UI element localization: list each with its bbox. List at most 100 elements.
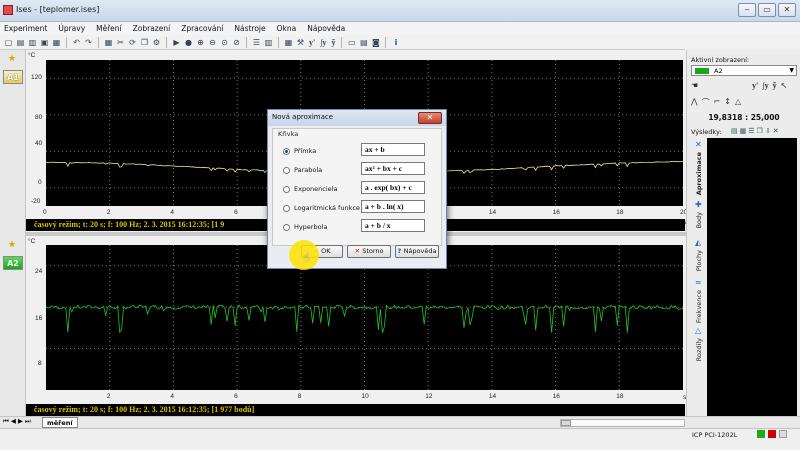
export-icon[interactable]: ⇩	[765, 127, 771, 135]
tool-grid: ☚ y' ∫y ỹ ↖ ⋀ ⌒ ⌐ ↕ △	[691, 81, 797, 111]
results-toolbar: ▤ ▦ ☰ ❐ ⇩ ✕	[731, 127, 779, 135]
smooth-icon[interactable]: ỹ	[329, 37, 337, 48]
info-icon[interactable]: i	[390, 37, 401, 48]
record-icon[interactable]: ●	[183, 37, 194, 48]
radio-hyperbola[interactable]	[283, 223, 290, 231]
zoom-out-icon[interactable]: ⊖	[207, 37, 218, 48]
option-primka[interactable]: Přímka	[283, 147, 316, 155]
a1-ytick: 0	[38, 179, 42, 186]
maximize-button[interactable]: ▭	[758, 3, 776, 17]
help-button[interactable]: ? Nápověda	[395, 245, 439, 258]
vertical-tabs: ✕ Aproximace ✚ Body ◭ Plochy ≈ Frekvence…	[693, 138, 707, 426]
triangle-icon[interactable]: △	[735, 97, 741, 111]
scroll-thumb[interactable]	[561, 420, 571, 426]
zoom-in-icon[interactable]: ⊕	[195, 37, 206, 48]
channel-a1-button[interactable]: A1	[3, 70, 23, 84]
cancel-button[interactable]: ✕ Storno	[347, 245, 391, 258]
tools-icon[interactable]: ⚒	[295, 37, 306, 48]
menu-mereni[interactable]: Měření	[96, 24, 121, 33]
dialog-close-button[interactable]: ✕	[418, 112, 442, 124]
list-icon[interactable]: ☰	[748, 127, 754, 135]
print-icon[interactable]: ▦	[51, 37, 62, 48]
tab-rozdily[interactable]: Rozdíly	[695, 338, 703, 361]
cursor-icon[interactable]: ↖	[781, 81, 788, 93]
active-view-select[interactable]: A2 ▼	[691, 65, 797, 76]
delete-icon[interactable]: ✕	[773, 127, 779, 135]
horizontal-scrollbar[interactable]	[560, 419, 685, 427]
menu-experiment[interactable]: Experiment	[4, 24, 47, 33]
tab-frekvence[interactable]: Frekvence	[695, 290, 703, 323]
window-title: Ises - [teplomer.ises]	[16, 5, 100, 14]
right-panel: Aktivní zobrazení: A2 ▼ ☚ y' ∫y ỹ ↖ ⋀ ⌒ …	[686, 50, 800, 430]
tab-plochy[interactable]: Plochy	[695, 250, 703, 271]
panel-integral-icon[interactable]: ∫y	[762, 81, 768, 93]
sheet-tab-mereni[interactable]: měření	[42, 417, 78, 428]
star-icon[interactable]: ★	[8, 240, 16, 250]
redo-icon[interactable]: ↷	[83, 37, 94, 48]
open-folder-icon[interactable]: ▥	[27, 37, 38, 48]
settings-icon[interactable]: ⚙	[151, 37, 162, 48]
radio-exponenciela[interactable]	[283, 185, 290, 193]
zoom-range-icon[interactable]: ⊘	[231, 37, 242, 48]
zoom-fit-icon[interactable]: ⊙	[219, 37, 230, 48]
x-tick-label: 14	[488, 393, 497, 400]
option-hyperbola[interactable]: Hyperbola	[283, 223, 327, 231]
graph-icon[interactable]: ▦	[283, 37, 294, 48]
refresh-icon[interactable]: ⟳	[127, 37, 138, 48]
hand-icon[interactable]: ☚	[691, 81, 698, 93]
camera-icon[interactable]: ◙	[370, 37, 381, 48]
menu-zpracovani[interactable]: Zpracování	[181, 24, 223, 33]
table-icon[interactable]: ▦	[103, 37, 114, 48]
formula-logaritmicka: a + b . ln( x)	[361, 200, 425, 213]
cut-icon[interactable]: ✂	[115, 37, 126, 48]
play-icon[interactable]: ▶	[171, 37, 182, 48]
menu-napoveda[interactable]: Nápověda	[307, 24, 345, 33]
sheet-nav-icons[interactable]: ⏮◀▶⏭	[3, 417, 33, 426]
radio-parabola[interactable]	[283, 166, 290, 174]
x-tick-label: 2	[106, 209, 111, 216]
menu-bar: Experiment Úpravy Měření Zobrazení Zprac…	[0, 22, 800, 35]
option-logaritmicka[interactable]: Logaritmická funkce	[283, 204, 360, 212]
main-toolbar: ▢ ▤ ▥ ▣ ▦ ↶ ↷ ▦ ✂ ⟳ ❐ ⚙ ▶ ● ⊕ ⊖ ⊙ ⊘ ☰ ▥ …	[0, 35, 685, 50]
doc-icon[interactable]: ▤	[731, 127, 738, 135]
title-bar: Ises - [teplomer.ises] ‒ ▭ ✕	[0, 0, 800, 22]
grid-icon[interactable]: ▦	[740, 127, 747, 135]
open-file-icon[interactable]: ▤	[15, 37, 26, 48]
new-file-icon[interactable]: ▢	[3, 37, 14, 48]
peaks-icon[interactable]: ⋀	[691, 97, 698, 111]
x-tick-label: 2	[106, 393, 111, 400]
undo-icon[interactable]: ↶	[71, 37, 82, 48]
save-icon[interactable]: ▣	[39, 37, 50, 48]
mouse-pointer-icon: ☝	[303, 251, 310, 264]
chart-icon[interactable]: ▤	[358, 37, 369, 48]
option-parabola[interactable]: Parabola	[283, 166, 322, 174]
x-tick-label: 18	[616, 209, 624, 216]
copy-icon[interactable]: ❐	[139, 37, 150, 48]
menu-okna[interactable]: Okna	[277, 24, 297, 33]
panel-derivative-icon[interactable]: y'	[752, 81, 758, 93]
results-area	[707, 138, 797, 426]
integral-icon[interactable]: ∫y	[318, 37, 328, 48]
radio-logaritmicka[interactable]	[283, 204, 290, 212]
step-icon[interactable]: ⌐	[714, 97, 721, 111]
minimize-button[interactable]: ‒	[738, 3, 756, 17]
x-tick-label: 12	[425, 393, 433, 400]
scale-icon[interactable]: ↕	[724, 97, 731, 111]
star-icon[interactable]: ★	[8, 54, 16, 64]
option-exponenciela[interactable]: Exponenciela	[283, 185, 337, 193]
channel-a2-button[interactable]: A2	[3, 256, 23, 270]
menu-upravy[interactable]: Úpravy	[58, 24, 85, 33]
panel-smooth-icon[interactable]: ỹ	[773, 81, 777, 93]
derivative-icon[interactable]: y'	[307, 37, 317, 48]
fit-icon[interactable]: ⌒	[702, 97, 710, 111]
copy-icon[interactable]: ❐	[757, 127, 763, 135]
window-icon[interactable]: ▭	[346, 37, 357, 48]
menu-nastroje[interactable]: Nástroje	[234, 24, 265, 33]
layout-rows-icon[interactable]: ☰	[251, 37, 262, 48]
layout-cols-icon[interactable]: ▥	[263, 37, 274, 48]
radio-primka[interactable]	[283, 147, 290, 155]
close-window-button[interactable]: ✕	[778, 3, 796, 17]
tab-aproximace[interactable]: Aproximace	[695, 152, 703, 195]
menu-zobrazeni[interactable]: Zobrazení	[133, 24, 171, 33]
tab-body[interactable]: Body	[695, 212, 703, 228]
